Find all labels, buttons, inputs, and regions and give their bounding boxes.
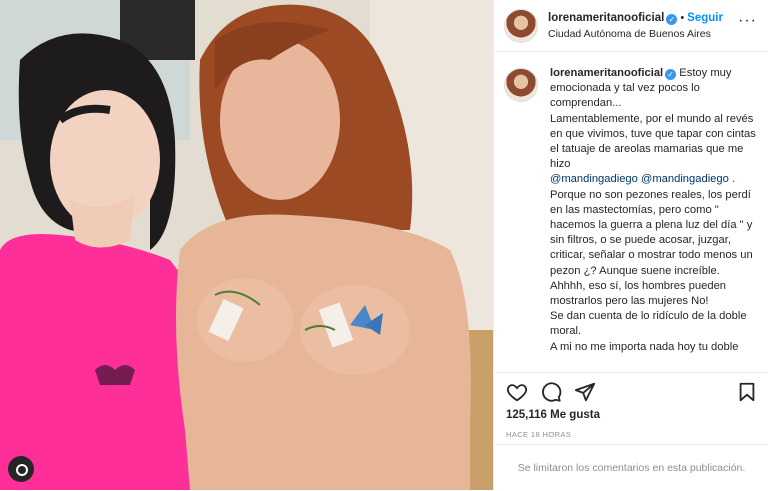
more-options-icon[interactable]: ···	[738, 12, 757, 30]
instagram-post: lorenameritanooficial ✓ • Seguir Ciudad Aut…	[0, 0, 768, 490]
avatar[interactable]	[504, 8, 538, 43]
header-text: lorenameritanooficial ✓ • Seguir Ciudad Aut…	[548, 9, 723, 42]
mention-link[interactable]: @mandingadiego	[550, 173, 638, 185]
verified-badge-icon: ✓	[666, 14, 678, 25]
separator-dot: •	[680, 12, 685, 24]
mention-link[interactable]: @mandingadiego	[641, 173, 729, 185]
caption-avatar[interactable]	[504, 68, 538, 102]
caption-username[interactable]: lorenameritanooficial	[550, 67, 663, 79]
post-side-panel: lorenameritanooficial ✓ • Seguir Ciudad Aut…	[493, 0, 768, 490]
bookmark-icon[interactable]	[736, 381, 758, 403]
comments-limited-notice: Se limitaron los comentarios en esta pub…	[494, 444, 768, 491]
heart-icon[interactable]	[506, 381, 528, 403]
likes-count[interactable]: 125,116 Me gusta	[506, 409, 600, 421]
caption-container: lorenameritanooficial ✓ Estoy muy emocion…	[504, 66, 759, 366]
caption-body-1: Estoy muy emocionada y tal vez pocos lo …	[550, 67, 756, 171]
post-photo[interactable]	[0, 0, 493, 490]
header-username[interactable]: lorenameritanooficial	[548, 12, 664, 24]
caption-body-2: . Porque no son pezones reales, los perd…	[550, 173, 753, 353]
verified-badge-icon: ✓	[665, 69, 677, 80]
user-tag-icon[interactable]	[8, 456, 34, 482]
caption-text: lorenameritanooficial ✓ Estoy muy emocion…	[550, 66, 759, 366]
photo-illustration	[0, 0, 493, 490]
comment-icon[interactable]	[540, 381, 562, 403]
location-link[interactable]: Ciudad Autónoma de Buenos Aires	[548, 26, 723, 42]
post-header: lorenameritanooficial ✓ • Seguir Ciudad Aut…	[494, 0, 768, 52]
paper-plane-icon[interactable]	[574, 381, 596, 403]
post-timestamp[interactable]: HACE 18 HORAS	[506, 430, 571, 439]
follow-button[interactable]: Seguir	[687, 12, 723, 24]
action-bar	[494, 372, 768, 413]
